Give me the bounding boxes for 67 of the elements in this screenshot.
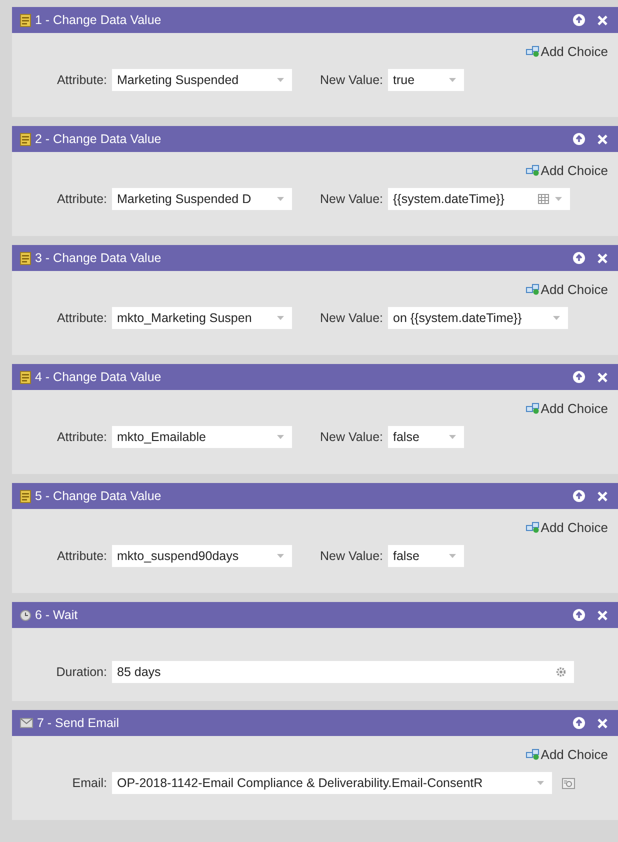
dropdown[interactable]: false (388, 545, 464, 567)
document-icon (20, 252, 31, 264)
add-choice-button[interactable]: Add Choice (526, 160, 608, 180)
field-label: Attribute: (56, 549, 107, 563)
add-choice-icon (526, 283, 540, 295)
move-up-icon[interactable] (573, 14, 585, 26)
dropdown[interactable]: false (388, 426, 464, 448)
move-up-icon[interactable] (573, 717, 585, 729)
settings-icon[interactable] (556, 667, 566, 677)
add-choice-button[interactable]: Add Choice (526, 398, 608, 418)
move-up-icon[interactable] (573, 252, 585, 264)
add-choice-button[interactable]: Add Choice (526, 517, 608, 537)
close-icon[interactable] (597, 490, 608, 502)
close-icon[interactable] (597, 14, 608, 26)
document-icon (20, 132, 31, 146)
step-title: 1 - Change Data Value (35, 13, 162, 27)
dropdown[interactable]: mkto_Emailable (112, 426, 292, 448)
field-label: New Value: (320, 73, 383, 87)
close-icon[interactable] (597, 372, 608, 382)
document-icon (20, 490, 31, 502)
field-label: New Value: (320, 549, 383, 563)
envelope-icon (20, 718, 33, 728)
add-choice-icon (526, 45, 540, 57)
add-choice-button[interactable]: Add Choice (526, 279, 608, 299)
close-icon[interactable] (597, 134, 608, 144)
add-choice-button[interactable]: Add Choice (526, 41, 608, 61)
calendar-icon[interactable] (538, 194, 549, 204)
field-label: New Value: (320, 192, 383, 206)
dropdown[interactable]: Marketing Suspended (112, 69, 292, 91)
add-choice-icon (526, 521, 540, 533)
step-title: 6 - Wait (35, 608, 78, 622)
dropdown[interactable]: OP-2018-1142-Email Compliance & Deliverability.Email-ConsentR (112, 772, 552, 794)
move-up-icon[interactable] (573, 133, 585, 145)
close-icon[interactable] (597, 252, 608, 264)
field-label: Attribute: (56, 192, 107, 206)
move-up-icon[interactable] (573, 490, 585, 502)
dropdown[interactable]: Marketing Suspended D (112, 188, 292, 210)
document-icon (20, 14, 31, 26)
document-icon (20, 370, 31, 384)
field-label: New Value: (320, 311, 383, 325)
preview-icon[interactable] (562, 778, 575, 788)
dropdown[interactable]: mkto_Marketing Suspen (112, 307, 292, 329)
add-choice-button[interactable]: Add Choice (526, 744, 608, 764)
move-up-icon[interactable] (573, 371, 585, 383)
add-choice-icon (526, 402, 540, 414)
step-title: 7 - Send Email (37, 716, 119, 730)
field-label: Attribute: (56, 311, 107, 325)
close-icon[interactable] (597, 610, 608, 620)
close-icon[interactable] (597, 718, 608, 728)
field-label: Attribute: (56, 430, 107, 444)
duration-field[interactable]: 85 days (112, 661, 574, 683)
add-choice-icon (526, 748, 540, 760)
clock-icon (20, 610, 31, 620)
field-label: Email: (71, 776, 107, 790)
step-title: 3 - Change Data Value (35, 251, 162, 265)
dropdown[interactable]: mkto_suspend90days (112, 545, 292, 567)
move-up-icon[interactable] (573, 609, 585, 621)
add-choice-icon (526, 164, 540, 176)
field-label: Duration: (55, 665, 107, 679)
step-title: 2 - Change Data Value (35, 132, 162, 146)
field-label: New Value: (320, 430, 383, 444)
step-title: 4 - Change Data Value (35, 370, 162, 384)
field-label: Attribute: (56, 73, 107, 87)
dropdown[interactable]: true (388, 69, 464, 91)
step-title: 5 - Change Data Value (35, 489, 162, 503)
dropdown[interactable]: on {{system.dateTime}} (388, 307, 568, 329)
dropdown[interactable]: {{system.dateTime}} (388, 188, 570, 210)
